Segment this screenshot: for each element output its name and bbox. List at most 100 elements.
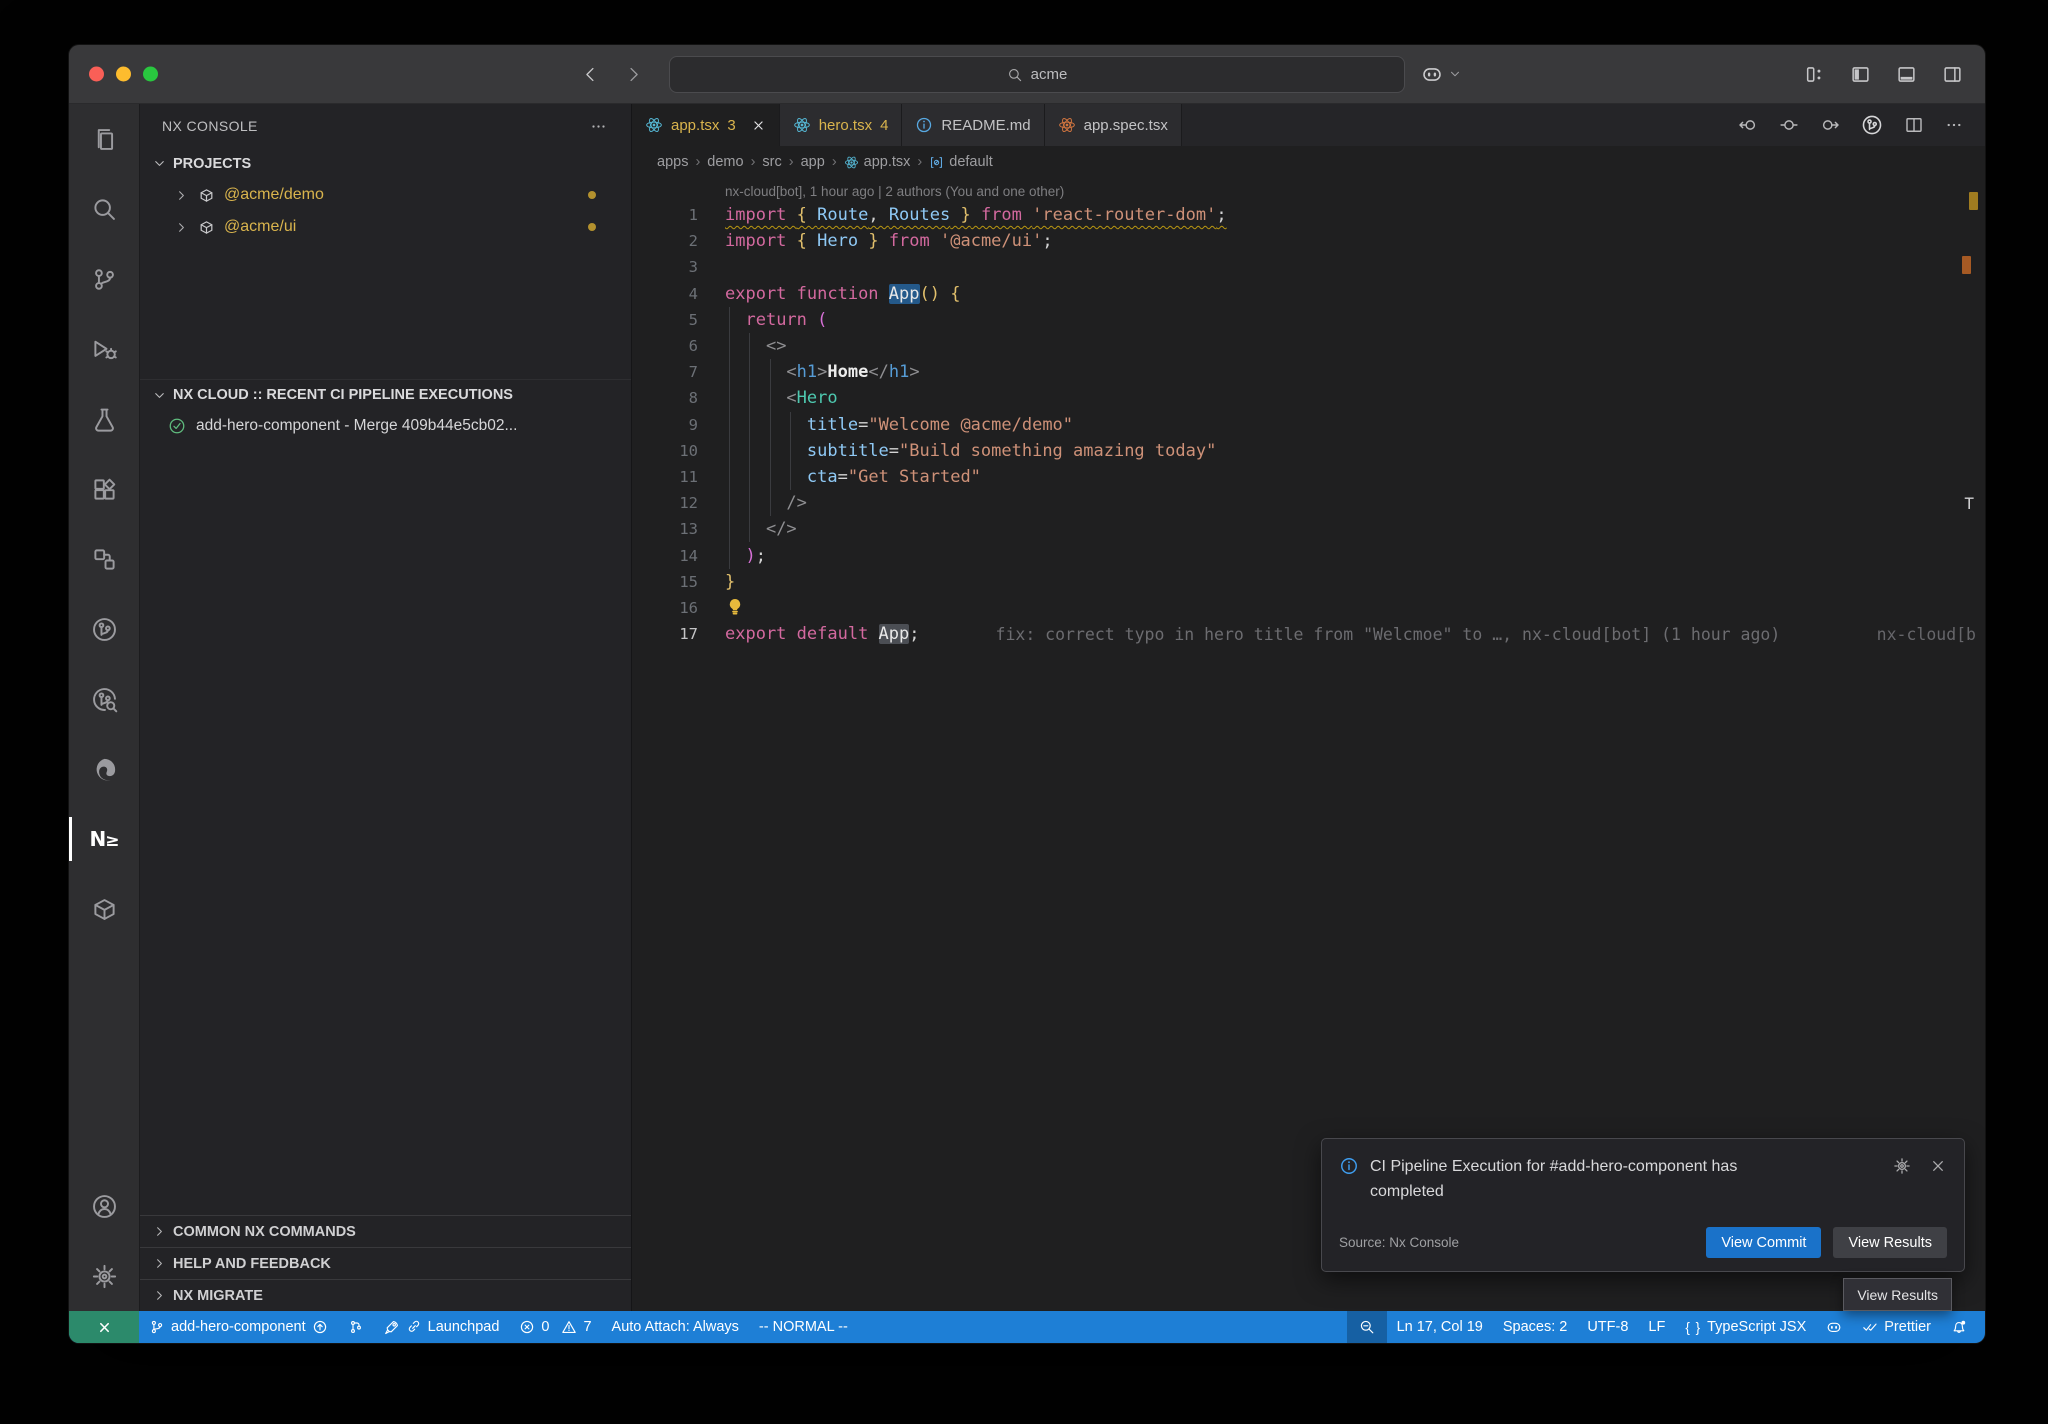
status-vim-mode[interactable]: -- NORMAL --: [749, 1311, 858, 1343]
section-common-nx-commands[interactable]: COMMON NX COMMANDS: [140, 1215, 631, 1247]
code-line-1[interactable]: 1import { Route, Routes } from 'react-ro…: [632, 202, 1985, 228]
lightbulb-icon[interactable]: [725, 597, 745, 617]
activity-item-source-control[interactable]: [69, 244, 139, 314]
code-line-3[interactable]: 3: [632, 254, 1985, 280]
nav-back-icon[interactable]: [1738, 115, 1758, 135]
status-notifications-bell[interactable]: [1941, 1311, 1977, 1343]
status-launchpad[interactable]: Launchpad: [374, 1311, 510, 1343]
activity-item-accounts[interactable]: [69, 1171, 139, 1241]
status-eol[interactable]: LF: [1638, 1311, 1675, 1343]
status-indentation[interactable]: Spaces: 2: [1493, 1311, 1578, 1343]
activity-item-search[interactable]: [69, 174, 139, 244]
more-actions-icon[interactable]: [1945, 116, 1963, 134]
breadcrumb-item-src[interactable]: src: [762, 154, 781, 170]
status-auto-attach[interactable]: Auto Attach: Always: [602, 1311, 749, 1343]
command-center-search[interactable]: acme: [669, 56, 1405, 93]
overview-ruler-glyph: T: [1964, 494, 1974, 513]
status-git-branch[interactable]: add-hero-component: [139, 1311, 338, 1343]
view-commit-button[interactable]: View Commit: [1706, 1227, 1821, 1258]
code-line-14[interactable]: 14 );: [632, 542, 1985, 568]
view-results-button[interactable]: View Results: [1833, 1227, 1947, 1258]
sidebar-nx-console: NX CONSOLE PROJECTS @acme/demo@acme/ui N…: [139, 104, 632, 1311]
activity-item-settings[interactable]: [69, 1241, 139, 1311]
breadcrumb-item-demo[interactable]: demo: [707, 154, 743, 170]
code-line-15[interactable]: 15}: [632, 569, 1985, 595]
breadcrumb-item-apps[interactable]: apps: [657, 154, 688, 170]
breadcrumb-item-default[interactable]: default: [929, 154, 993, 170]
line-number: 4: [632, 285, 725, 303]
forward-arrow-icon[interactable]: [624, 65, 643, 84]
status-label: -- NORMAL --: [759, 1319, 848, 1335]
code-line-5[interactable]: 5 return (: [632, 307, 1985, 333]
notification-settings-icon[interactable]: [1893, 1157, 1911, 1175]
indent-guide: [770, 490, 771, 516]
code-line-7[interactable]: 7 <h1>Home</h1>: [632, 359, 1985, 385]
breadcrumb-item-app[interactable]: app: [801, 154, 825, 170]
split-editor-icon[interactable]: [1904, 115, 1924, 135]
customize-layout-icon[interactable]: [1804, 64, 1825, 85]
code-token: [725, 519, 766, 539]
code-line-13[interactable]: 13 </>: [632, 516, 1985, 542]
code-line-16[interactable]: 16: [632, 595, 1985, 621]
activity-item-gitlens-inspect[interactable]: [69, 664, 139, 734]
tab-hero.tsx[interactable]: hero.tsx4: [780, 104, 903, 146]
status-git-graph[interactable]: [338, 1311, 374, 1343]
activity-item-explorer[interactable]: [69, 104, 139, 174]
nav-forward-icon[interactable]: [1820, 115, 1840, 135]
gitlens-graph-icon[interactable]: [1861, 114, 1883, 136]
activity-item-testing[interactable]: [69, 384, 139, 454]
toggle-primary-sidebar-icon[interactable]: [1850, 64, 1871, 85]
minimize-window-button[interactable]: [116, 67, 131, 82]
status-copilot-status[interactable]: [1816, 1311, 1852, 1343]
breadcrumb-item-app.tsx[interactable]: app.tsx: [844, 154, 911, 170]
status-problems[interactable]: 07: [509, 1311, 601, 1343]
activity-item-containers[interactable]: [69, 874, 139, 944]
status-remote-indicator[interactable]: [69, 1311, 139, 1343]
activity-item-extensions[interactable]: [69, 454, 139, 524]
copilot-menu[interactable]: [1421, 45, 1462, 103]
section-nx-migrate[interactable]: NX MIGRATE: [140, 1279, 631, 1311]
code-line-10[interactable]: 10 subtitle="Build something amazing tod…: [632, 438, 1985, 464]
status-zoom-indicator[interactable]: [1347, 1311, 1387, 1343]
compare-icon: [348, 1319, 364, 1335]
activity-item-remote-explorer[interactable]: [69, 524, 139, 594]
code-line-12[interactable]: 12 />: [632, 490, 1985, 516]
tab-app.tsx[interactable]: app.tsx3: [632, 104, 780, 146]
indent-guide: [749, 359, 750, 385]
status-cursor-position[interactable]: Ln 17, Col 19: [1387, 1311, 1493, 1343]
tab-README.md[interactable]: README.md: [902, 104, 1044, 146]
status-encoding[interactable]: UTF-8: [1577, 1311, 1638, 1343]
toggle-panel-icon[interactable]: [1896, 64, 1917, 85]
maximize-window-button[interactable]: [143, 67, 158, 82]
code-line-17[interactable]: 17export default App;fix: correct typo i…: [632, 621, 1985, 647]
close-window-button[interactable]: [89, 67, 104, 82]
project-item[interactable]: @acme/ui: [140, 211, 631, 243]
nav-current-icon[interactable]: [1779, 115, 1799, 135]
code-line-8[interactable]: 8 <Hero: [632, 385, 1985, 411]
toggle-secondary-sidebar-icon[interactable]: [1942, 64, 1963, 85]
code-line-9[interactable]: 9 title="Welcome @acme/demo": [632, 412, 1985, 438]
project-item[interactable]: @acme/demo: [140, 179, 631, 211]
code-line-6[interactable]: 6 <>: [632, 333, 1985, 359]
nx-cloud-section-header[interactable]: NX CLOUD :: RECENT CI PIPELINE EXECUTION…: [140, 379, 631, 410]
notification-close-icon[interactable]: [1929, 1157, 1947, 1175]
activity-item-gitlens[interactable]: [69, 594, 139, 664]
activity-item-nx-console[interactable]: N≥: [69, 804, 139, 874]
code-line-11[interactable]: 11 cta="Get Started": [632, 464, 1985, 490]
status-formatter[interactable]: Prettier: [1852, 1311, 1941, 1343]
status-language-mode[interactable]: { }TypeScript JSX: [1675, 1311, 1816, 1343]
section-help-and-feedback[interactable]: HELP AND FEEDBACK: [140, 1247, 631, 1279]
indent-guide: [770, 385, 771, 411]
back-arrow-icon[interactable]: [581, 65, 600, 84]
tab-app.spec.tsx[interactable]: app.spec.tsx: [1045, 104, 1182, 146]
pipeline-execution-item[interactable]: add-hero-component - Merge 409b44e5cb02.…: [140, 410, 631, 442]
activity-item-run-and-debug[interactable]: [69, 314, 139, 384]
indent-guide: [729, 490, 730, 516]
more-actions-icon[interactable]: [590, 118, 607, 135]
line-number: 9: [632, 416, 725, 434]
code-line-4[interactable]: 4export function App() {: [632, 281, 1985, 307]
activity-item-edge-browser[interactable]: [69, 734, 139, 804]
projects-section-header[interactable]: PROJECTS: [140, 148, 631, 179]
copilot-icon: [1421, 63, 1443, 85]
code-line-2[interactable]: 2import { Hero } from '@acme/ui';: [632, 228, 1985, 254]
